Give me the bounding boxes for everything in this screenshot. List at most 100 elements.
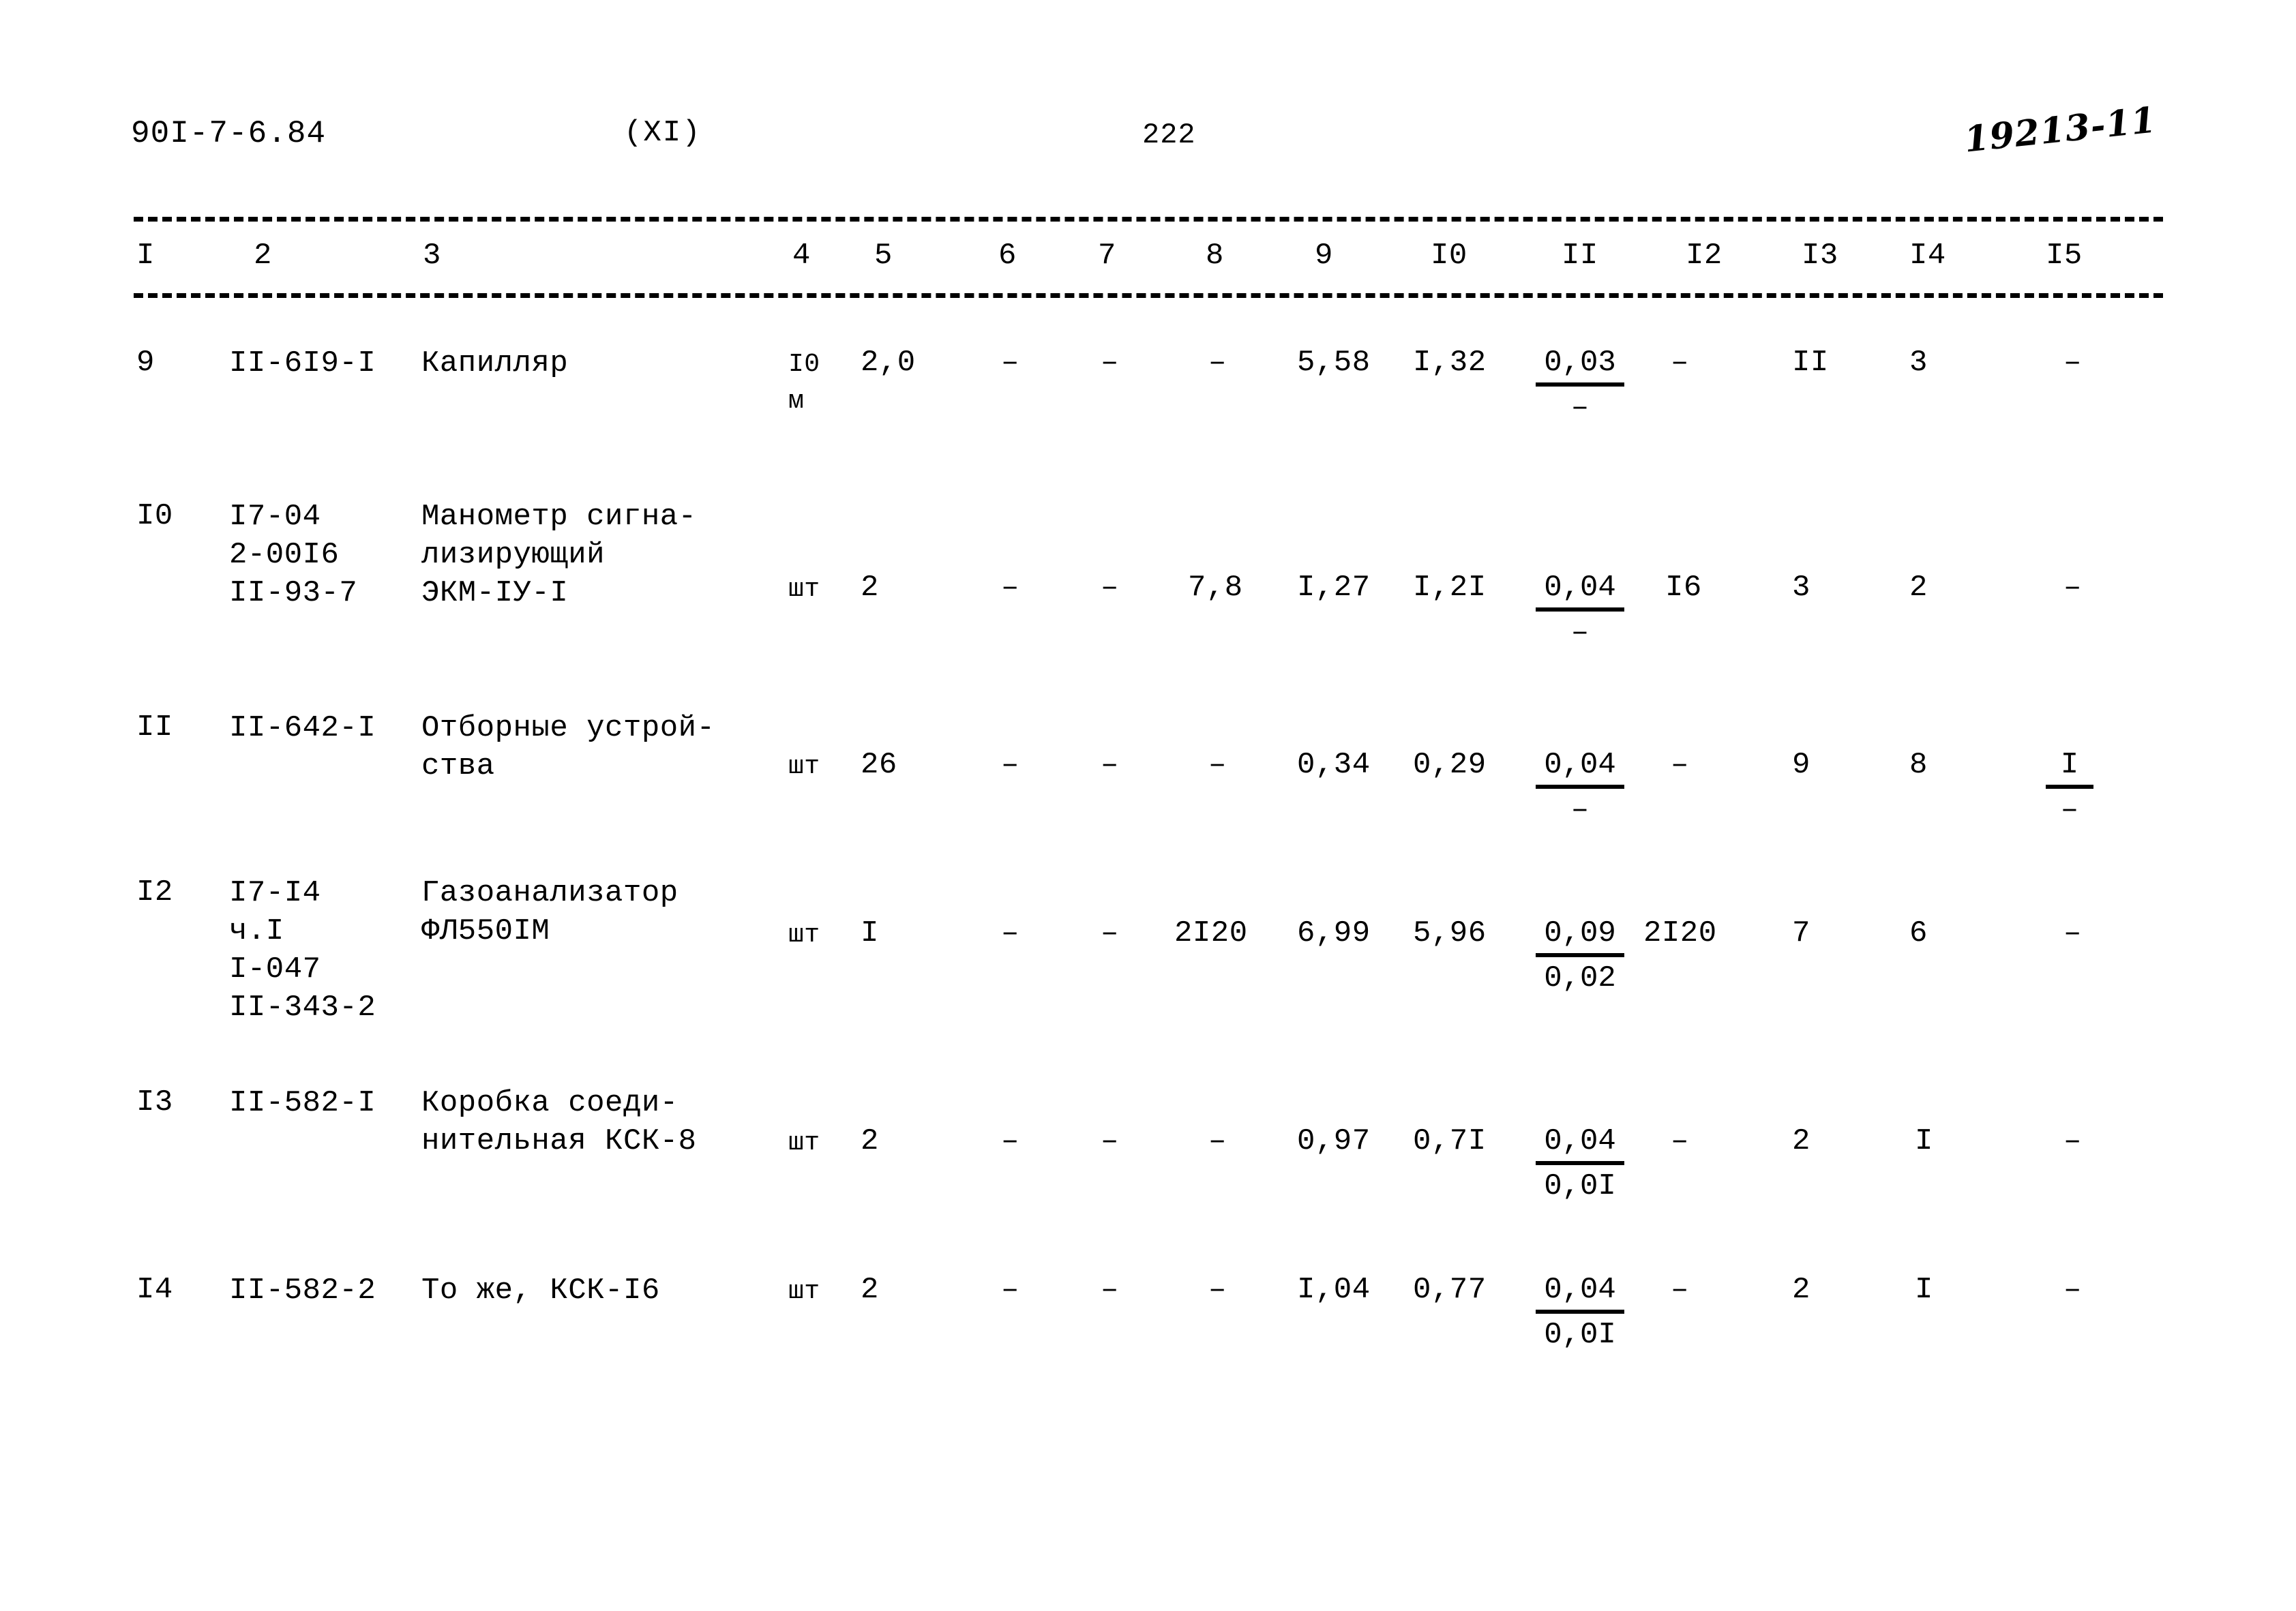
page-header: 90I-7-6.84 (XI) 222 19213-11 (0, 99, 2296, 164)
column-header-2: 2 (254, 239, 272, 273)
item-col13: II (1792, 346, 1829, 380)
item-col15: – (2063, 346, 2082, 380)
item-col7: – (1101, 1124, 1119, 1158)
item-col13: 3 (1792, 571, 1810, 605)
item-unit: шт (788, 920, 820, 950)
item-qty: 2 (861, 571, 879, 605)
table-row: II (136, 710, 173, 744)
item-col11-bot: 0,02 (1544, 961, 1616, 995)
item-unit: шт (788, 1128, 820, 1158)
column-header-5: 5 (874, 239, 893, 273)
item-col10: 5,96 (1413, 916, 1487, 950)
column-header-8: 8 (1206, 239, 1224, 273)
item-col6: – (1001, 748, 1019, 782)
item-col9: I,04 (1297, 1273, 1371, 1307)
item-col11-top: 0,03 (1536, 344, 1624, 387)
item-col8: 7,8 (1188, 571, 1243, 605)
item-col10: I,2I (1413, 571, 1487, 605)
item-col9: 5,58 (1297, 346, 1371, 380)
item-col12: I6 (1665, 571, 1702, 605)
item-col11-top: 0,04 (1536, 1271, 1624, 1314)
table-row: I0 (136, 499, 173, 533)
item-col11-top: 0,04 (1536, 1123, 1624, 1165)
item-col7: – (1101, 571, 1119, 605)
item-code: II-582-I (229, 1086, 376, 1120)
item-col11: 0,09 0,02 (1536, 915, 1624, 997)
item-unit: I0 м (788, 350, 820, 416)
item-col15-bot: – (2060, 793, 2079, 827)
item-col11-top: 0,04 (1536, 569, 1624, 612)
item-col15-top: I (2046, 747, 2093, 789)
item-qty: 26 (861, 748, 897, 782)
table-row: I4 (136, 1273, 173, 1307)
item-col6: – (1001, 1273, 1019, 1307)
item-qty: I (861, 916, 879, 950)
item-col12: – (1671, 748, 1689, 782)
column-header-1: I (136, 239, 155, 273)
item-col11-top: 0,09 (1536, 915, 1624, 957)
page-number: 222 (1142, 119, 1196, 151)
item-col14: 8 (1909, 748, 1928, 782)
item-col11: 0,04 – (1536, 569, 1624, 651)
item-code: II-582-2 (229, 1274, 376, 1308)
item-col12: – (1671, 346, 1689, 380)
item-qty: 2,0 (861, 346, 916, 380)
column-header-4: 4 (792, 239, 811, 273)
item-name: То же, КСК-I6 (421, 1274, 660, 1308)
item-code: II-642-I (229, 711, 376, 745)
section-label: (XI) (624, 116, 702, 150)
table-row: I2 (136, 875, 173, 909)
item-col10: 0,29 (1413, 748, 1487, 782)
item-col14: 2 (1909, 571, 1928, 605)
item-col11: 0,04 0,0I (1536, 1271, 1624, 1353)
item-col7: – (1101, 916, 1119, 950)
item-col8: 2I20 (1174, 916, 1248, 950)
item-col9: I,27 (1297, 571, 1371, 605)
item-col13: 9 (1792, 748, 1810, 782)
item-name: Капилляр (421, 346, 569, 380)
item-col15: – (2063, 1273, 2082, 1307)
item-col13: 7 (1792, 916, 1810, 950)
table-row: I3 (136, 1085, 173, 1119)
column-header-14: I4 (1909, 239, 1946, 273)
item-name: Газоанализатор ФЛ550IМ (421, 876, 679, 948)
document-page: 90I-7-6.84 (XI) 222 19213-11 I 2 3 4 5 6… (0, 0, 2296, 1611)
column-header-11: II (1562, 239, 1598, 273)
column-header-3: 3 (423, 239, 441, 273)
column-header-15: I5 (2046, 239, 2083, 273)
column-header-13: I3 (1802, 239, 1838, 273)
item-col12: – (1671, 1124, 1689, 1158)
column-header-6: 6 (998, 239, 1017, 273)
item-col15: I – (2046, 747, 2093, 828)
item-col6: – (1001, 1124, 1019, 1158)
item-col11-top: 0,04 (1536, 747, 1624, 789)
item-col11-bot: – (1570, 616, 1590, 650)
item-col9: 6,99 (1297, 916, 1371, 950)
item-col8: – (1208, 1273, 1227, 1307)
item-col15: – (2063, 916, 2082, 950)
item-name: Манометр сигна- лизирующий ЭКМ-IУ-I (421, 500, 697, 610)
column-header-7: 7 (1098, 239, 1116, 273)
item-col13: 2 (1792, 1124, 1810, 1158)
column-header-9: 9 (1315, 239, 1333, 273)
item-col15: – (2063, 571, 2082, 605)
item-name: Коробка соеди- нительная КСК-8 (421, 1086, 697, 1158)
document-code: 90I-7-6.84 (131, 116, 327, 151)
table-top-rule (134, 217, 2163, 222)
item-col7: – (1101, 1273, 1119, 1307)
item-col7: – (1101, 346, 1119, 380)
item-col11: 0,03 – (1536, 344, 1624, 426)
item-col13: 2 (1792, 1273, 1810, 1307)
item-col14: I (1915, 1273, 1933, 1307)
item-col14: 6 (1909, 916, 1928, 950)
item-col14: 3 (1909, 346, 1928, 380)
item-col6: – (1001, 571, 1019, 605)
item-col10: I,32 (1413, 346, 1487, 380)
item-qty: 2 (861, 1273, 879, 1307)
item-col10: 0,77 (1413, 1273, 1487, 1307)
item-col15: – (2063, 1124, 2082, 1158)
item-col11-bot: 0,0I (1544, 1318, 1616, 1352)
handwritten-note: 19213-11 (1962, 99, 2159, 161)
item-col11-bot: 0,0I (1544, 1169, 1616, 1203)
item-col11-bot: – (1570, 391, 1590, 425)
